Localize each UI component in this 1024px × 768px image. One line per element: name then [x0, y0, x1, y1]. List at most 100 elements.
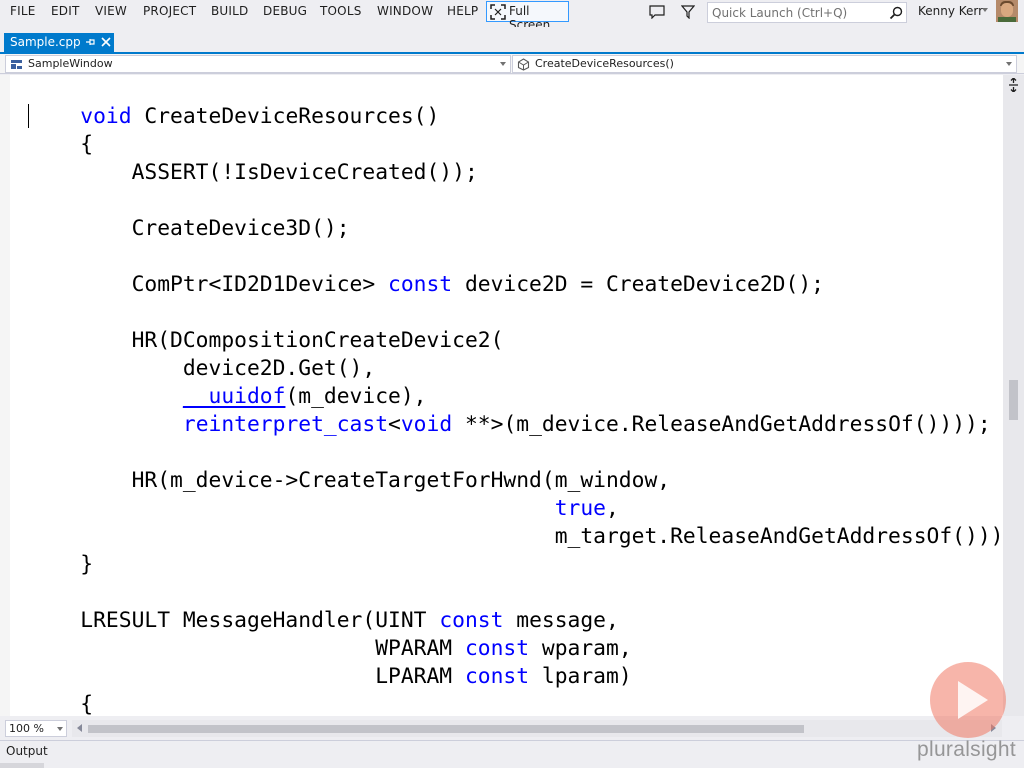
code-line[interactable]: { — [29, 691, 1003, 716]
code-keyword-link: __uuidof — [182, 384, 286, 409]
output-panel-bar: Output — [0, 740, 1024, 768]
code-line[interactable]: true, — [29, 495, 1003, 523]
code-line[interactable]: CreateDevice3D(); — [29, 215, 1003, 243]
code-token: ASSERT(!IsDeviceCreated()); — [29, 160, 478, 185]
code-text[interactable]: void CreateDeviceResources() { ASSERT(!I… — [29, 103, 1003, 716]
code-line[interactable] — [29, 579, 1003, 607]
document-tab-strip: Sample.cpp — [0, 27, 1024, 72]
class-icon — [11, 60, 22, 69]
code-line[interactable]: m_target.ReleaseAndGetAddressOf())); — [29, 523, 1003, 551]
code-keyword: true — [554, 496, 606, 521]
code-token: { — [29, 132, 94, 157]
zoom-dropdown[interactable]: 100 % — [5, 720, 67, 737]
menu-edit[interactable]: EDIT — [51, 4, 80, 18]
code-token: **>(m_device.ReleaseAndGetAddressOf())))… — [452, 412, 991, 437]
menu-debug[interactable]: DEBUG — [263, 4, 307, 18]
vertical-scrollbar[interactable] — [1003, 75, 1024, 716]
menu-window[interactable]: WINDOW — [377, 4, 433, 18]
user-menu-chevron-icon[interactable] — [982, 8, 988, 12]
code-line[interactable]: ComPtr<ID2D1Device> const device2D = Cre… — [29, 271, 1003, 299]
class-scope-dropdown[interactable]: SampleWindow — [5, 55, 511, 73]
full-screen-button[interactable]: Full Screen — [486, 1, 569, 32]
code-token: device2D.Get(), — [29, 356, 376, 381]
code-token: m_target.ReleaseAndGetAddressOf())); — [29, 524, 1003, 549]
code-editor[interactable]: void CreateDeviceResources() { ASSERT(!I… — [0, 75, 1003, 716]
scroll-left-icon[interactable] — [77, 724, 82, 732]
code-token: { — [29, 692, 94, 716]
code-line[interactable]: } — [29, 551, 1003, 579]
full-screen-icon — [490, 4, 506, 20]
menu-file[interactable]: FILE — [10, 4, 36, 18]
code-line[interactable]: ASSERT(!IsDeviceCreated()); — [29, 159, 1003, 187]
horizontal-scrollbar[interactable] — [72, 720, 1002, 737]
editor-bottom-bar: 100 % — [0, 716, 1024, 740]
filter-icon[interactable] — [681, 5, 695, 19]
code-line[interactable]: HR(m_device->CreateTargetForHwnd(m_windo… — [29, 467, 1003, 495]
code-line[interactable]: LRESULT MessageHandler(UINT const messag… — [29, 607, 1003, 635]
avatar[interactable] — [996, 0, 1018, 22]
code-token: wparam, — [529, 636, 632, 661]
pin-icon[interactable] — [84, 36, 96, 48]
code-keyword: const — [464, 636, 530, 661]
code-token: ComPtr<ID2D1Device> — [29, 272, 389, 297]
code-token: device2D = CreateDevice2D(); — [452, 272, 824, 297]
code-line[interactable] — [29, 299, 1003, 327]
split-window-icon[interactable] — [1008, 78, 1019, 92]
code-keyword: const — [464, 664, 530, 689]
code-token: < — [388, 412, 401, 437]
feedback-icon[interactable] — [649, 5, 665, 19]
code-token: CreateDeviceResources() — [131, 104, 440, 129]
play-icon[interactable] — [930, 662, 1006, 738]
zoom-level: 100 % — [9, 722, 44, 735]
code-keyword: const — [388, 272, 453, 297]
code-token: HR(m_device->CreateTargetForHwnd(m_windo… — [29, 468, 671, 493]
menu-project[interactable]: PROJECT — [143, 4, 196, 18]
output-tab-indicator — [0, 763, 44, 768]
code-line[interactable]: LPARAM const lparam) — [29, 663, 1003, 691]
tab-label: Sample.cpp — [10, 35, 81, 49]
menu-build[interactable]: BUILD — [211, 4, 248, 18]
code-line[interactable] — [29, 439, 1003, 467]
vertical-scroll-thumb[interactable] — [1009, 380, 1018, 420]
code-token: lparam) — [529, 664, 632, 689]
close-icon[interactable] — [100, 36, 112, 48]
code-line[interactable]: reinterpret_cast<void **>(m_device.Relea… — [29, 411, 1003, 439]
code-line[interactable]: __uuidof(m_device), — [29, 383, 1003, 411]
indicator-margin[interactable] — [0, 75, 10, 716]
code-line[interactable]: device2D.Get(), — [29, 355, 1003, 383]
code-token: LRESULT MessageHandler(UINT — [29, 608, 440, 633]
tab-sample-cpp[interactable]: Sample.cpp — [4, 33, 114, 53]
code-line[interactable]: HR(DCompositionCreateDevice2( — [29, 327, 1003, 355]
menu-bar: FILE EDIT VIEW PROJECT BUILD DEBUG TOOLS… — [0, 0, 1024, 32]
search-icon[interactable] — [889, 6, 903, 20]
member-scope-dropdown[interactable]: CreateDeviceResources() — [512, 55, 1017, 73]
code-line[interactable]: WPARAM const wparam, — [29, 635, 1003, 663]
user-name[interactable]: Kenny Kerr — [918, 4, 983, 18]
code-token: , — [606, 496, 619, 521]
code-token: (m_device), — [285, 384, 427, 409]
horizontal-scroll-thumb[interactable] — [88, 725, 804, 733]
code-keyword: void — [29, 104, 132, 129]
visual-studio-window: FILE EDIT VIEW PROJECT BUILD DEBUG TOOLS… — [0, 0, 1024, 768]
member-scope-label: CreateDeviceResources() — [535, 57, 674, 70]
quick-launch-input[interactable] — [712, 5, 882, 20]
play-triangle-icon — [958, 681, 988, 719]
code-line[interactable]: { — [29, 131, 1003, 159]
quick-launch-box[interactable] — [707, 2, 907, 23]
menu-view[interactable]: VIEW — [95, 4, 127, 18]
pluralsight-watermark: pluralsight — [917, 738, 1017, 761]
chevron-down-icon — [1006, 62, 1012, 66]
menu-tools[interactable]: TOOLS — [320, 4, 362, 18]
code-token: message, — [503, 608, 619, 633]
code-line[interactable]: void CreateDeviceResources() — [29, 103, 1003, 131]
code-line[interactable] — [29, 243, 1003, 271]
code-keyword: reinterpret_cast — [182, 412, 389, 437]
code-keyword: const — [439, 608, 504, 633]
output-tab[interactable]: Output — [6, 744, 48, 758]
code-token: HR(DCompositionCreateDevice2( — [29, 328, 504, 353]
code-line[interactable] — [29, 187, 1003, 215]
navigation-bar: SampleWindow CreateDeviceResources() — [0, 54, 1024, 74]
menu-help[interactable]: HELP — [447, 4, 478, 18]
code-token: } — [29, 552, 94, 577]
